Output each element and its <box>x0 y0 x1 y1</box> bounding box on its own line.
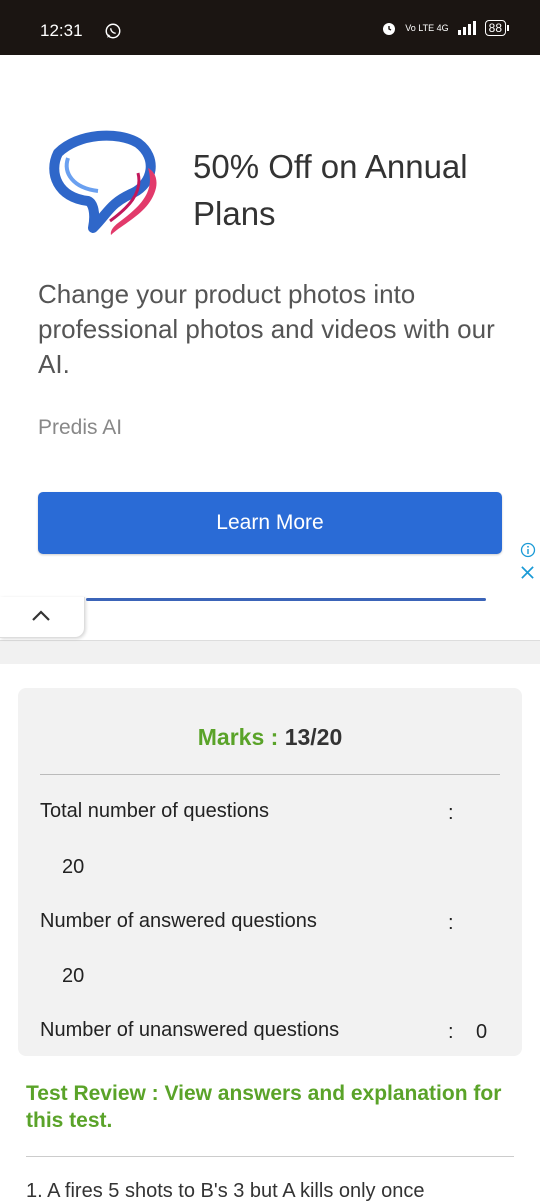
marks-value: 13/20 <box>284 724 343 750</box>
marks-score: Marks : 13/20 <box>18 724 522 751</box>
result-content: Marks : 13/20 Total number of questions … <box>0 664 540 1204</box>
predis-logo <box>49 130 157 235</box>
marks-label: Marks : <box>197 724 285 750</box>
chevron-up-icon <box>32 610 50 621</box>
collapse-ad-button[interactable] <box>0 597 85 638</box>
battery-indicator: 88 <box>484 20 510 36</box>
stat-answered-value: 20 <box>62 965 85 987</box>
stat-total-label: Total number of questions <box>40 800 270 822</box>
stat-answered-colon: : <box>448 912 454 934</box>
signal-icon <box>457 21 476 35</box>
learn-more-button[interactable]: Learn More <box>38 492 502 554</box>
ad-headline[interactable]: 50% Off on Annual Plans <box>193 143 513 237</box>
info-icon[interactable] <box>520 542 536 558</box>
test-review-link[interactable]: Test Review : View answers and explanati… <box>26 1080 516 1134</box>
stat-total-value: 20 <box>62 856 85 878</box>
result-summary: Marks : 13/20 Total number of questions … <box>18 688 522 1056</box>
progress-line <box>86 598 486 601</box>
divider <box>40 774 500 775</box>
status-time: 12:31 <box>40 21 83 40</box>
stat-answered-label: Number of answered questions <box>40 910 317 932</box>
stat-total-colon: : <box>448 802 454 824</box>
ad-banner[interactable]: 50% Off on Annual Plans Change your prod… <box>0 55 540 586</box>
stat-unanswered-value: 0 <box>476 1021 488 1043</box>
stat-unanswered-label: Number of unanswered questions <box>40 1019 340 1041</box>
network-indicator: Vo LTE 4G <box>405 23 449 33</box>
close-icon[interactable] <box>520 565 535 580</box>
ad-collapse-bar <box>0 585 540 641</box>
ad-body: Change your product photos into professi… <box>38 279 495 379</box>
status-icons: Vo LTE 4G 88 <box>381 20 510 36</box>
stat-unanswered-colon: : <box>448 1021 454 1043</box>
divider <box>26 1156 514 1157</box>
status-bar: 12:31 Vo LTE 4G 88 <box>0 0 540 55</box>
ad-advertiser: Predis AI <box>38 416 123 439</box>
whatsapp-icon <box>105 23 121 39</box>
alarm-icon <box>383 23 396 35</box>
